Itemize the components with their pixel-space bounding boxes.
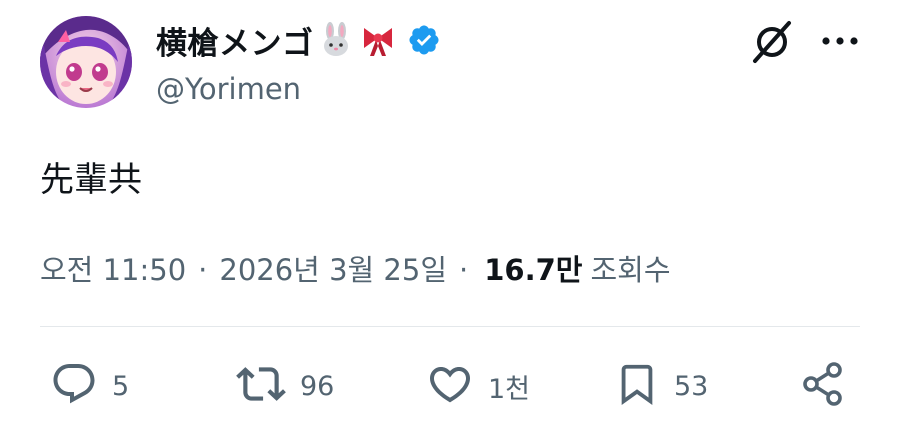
reply-count: 5 [112,370,130,402]
author-handle[interactable]: @Yorimen [156,72,444,106]
reply-icon [50,360,98,412]
rabbit-emoji [316,20,356,60]
meta-separator: · [198,253,208,287]
views-count[interactable]: 16.7만 [484,247,582,289]
share-button[interactable] [798,358,848,414]
grok-icon[interactable] [748,18,796,66]
tweet-text: 先輩共 [40,160,142,200]
tweet-meta: 오전 11:50 · 2026년 3월 25일 · 16.7만 조회수 [40,247,671,289]
meta-separator: · [459,253,469,287]
repost-button[interactable]: 96 [236,358,334,414]
display-name[interactable]: 横槍メンゴ [156,18,314,63]
share-icon [798,359,848,413]
bookmark-count: 53 [674,370,709,402]
bookmark-icon [614,360,660,412]
avatar-image [40,16,132,108]
more-icon[interactable] [818,26,862,56]
ribbon-emoji [358,20,398,60]
like-icon [426,360,474,412]
repost-count: 96 [300,370,335,402]
reply-button[interactable]: 5 [50,358,129,414]
avatar[interactable] [40,16,132,108]
action-bar: 5 96 1천 53 [0,358,900,414]
tweet-date[interactable]: 2026년 3월 25일 [219,247,447,289]
like-button[interactable]: 1천 [426,358,530,414]
like-count: 1천 [488,373,531,405]
name-row: 横槍メンゴ [156,18,444,62]
author-block: 横槍メンゴ @Yorimen [156,18,444,106]
tweet-time[interactable]: 오전 11:50 [40,247,186,289]
verified-badge-icon[interactable] [404,20,444,60]
divider [40,326,860,327]
bookmark-button[interactable]: 53 [614,358,708,414]
views-label: 조회수 [590,253,671,287]
repost-icon [236,359,286,413]
